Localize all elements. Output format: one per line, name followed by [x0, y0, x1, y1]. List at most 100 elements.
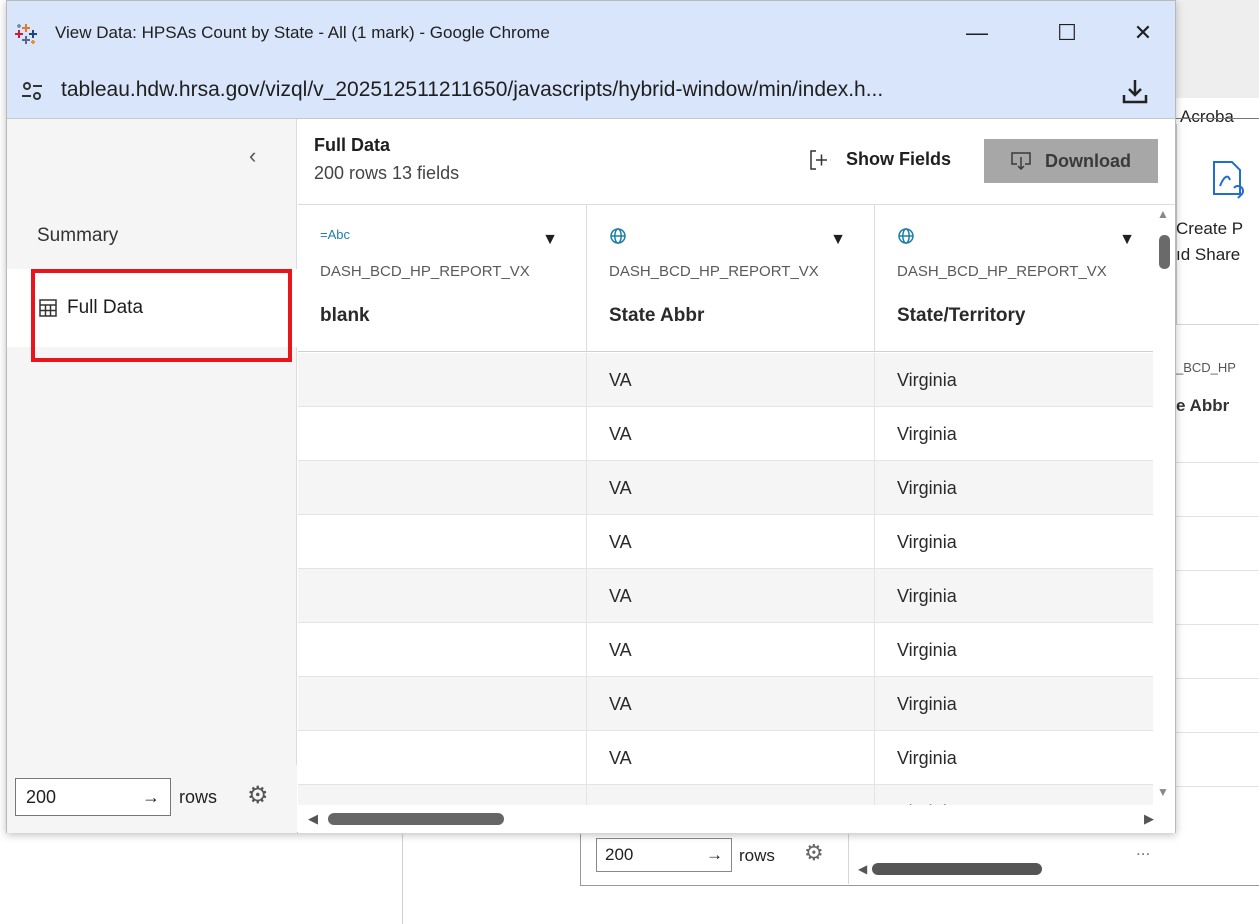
table-cell[interactable]: VA: [587, 407, 875, 461]
globe-icon: [897, 227, 915, 248]
table-cell[interactable]: Virginia: [875, 515, 1153, 569]
highlight-box: [31, 269, 292, 362]
table-row[interactable]: VAVirginia: [298, 461, 1153, 515]
background-create-pdf-label[interactable]: Create P: [1176, 219, 1243, 239]
scroll-down-icon[interactable]: ▼: [1157, 785, 1169, 799]
table-cell[interactable]: Virginia: [875, 731, 1153, 785]
table-cell[interactable]: Virginia: [875, 461, 1153, 515]
scroll-left-icon[interactable]: ◀: [308, 811, 318, 827]
table-cell[interactable]: [298, 407, 587, 461]
column-name: blank: [320, 305, 370, 326]
column-header-blank[interactable]: =Abc ▼ DASH_BCD_HP_REPORT_VX blank: [298, 205, 587, 352]
page-title: Full Data: [314, 135, 391, 155]
download-button[interactable]: Download: [984, 139, 1158, 183]
scroll-right-icon[interactable]: ▶: [1144, 811, 1154, 827]
background-left-area: [0, 834, 402, 924]
table-cell[interactable]: [298, 623, 587, 677]
table-cell[interactable]: [298, 569, 587, 623]
table-cell[interactable]: [298, 677, 587, 731]
table-cell[interactable]: [298, 731, 587, 785]
arrow-right-icon: →: [142, 786, 160, 807]
background-rows-label: rows: [739, 846, 775, 865]
main-header: Full Data 200 rows 13 fields Show Fields…: [298, 119, 1175, 205]
background-rows-input[interactable]: 200 →: [596, 838, 732, 872]
arrow-right-icon: →: [706, 845, 723, 864]
table-row[interactable]: VAVirginia: [298, 353, 1153, 407]
table-cell[interactable]: [298, 515, 587, 569]
table-cell[interactable]: VA: [587, 461, 875, 515]
table-cell[interactable]: VA: [587, 569, 875, 623]
table-cell[interactable]: Virginia: [875, 407, 1153, 461]
maximize-button[interactable]: ☐: [1047, 13, 1087, 53]
collapse-sidebar-button[interactable]: ‹: [249, 143, 256, 169]
chevron-down-icon[interactable]: ▼: [542, 231, 558, 249]
rows-count-value: 200: [26, 786, 57, 807]
download-icon[interactable]: [1121, 77, 1149, 105]
table-row[interactable]: VAVirginia: [298, 785, 1153, 805]
table-cell[interactable]: Virginia: [875, 677, 1153, 731]
table-cell[interactable]: Virginia: [875, 569, 1153, 623]
table-row[interactable]: VAVirginia: [298, 731, 1153, 785]
rows-count-input[interactable]: 200 →: [15, 778, 171, 816]
rows-control: 200 → rows ⚙: [7, 765, 297, 833]
column-source: DASH_BCD_HP_REPORT_VX: [609, 263, 819, 280]
text-type-icon: =Abc: [320, 227, 350, 242]
background-row-line: [1176, 786, 1259, 787]
table-cell[interactable]: VA: [587, 515, 875, 569]
scrollbar-thumb[interactable]: [1159, 235, 1170, 269]
table-cell[interactable]: [298, 353, 587, 407]
sidebar-item-summary[interactable]: Summary: [37, 225, 118, 247]
column-name: State Abbr: [609, 305, 705, 326]
table-cell[interactable]: Virginia: [875, 623, 1153, 677]
scrollbar-thumb[interactable]: [328, 813, 504, 825]
url-text[interactable]: tableau.hdw.hrsa.gov/vizql/v_20251251121…: [61, 78, 883, 102]
globe-icon: [609, 227, 627, 248]
background-row-line: [1176, 624, 1259, 625]
table-cell[interactable]: VA: [587, 623, 875, 677]
table-cell[interactable]: Virginia: [875, 353, 1153, 407]
chevron-down-icon[interactable]: ▼: [830, 231, 846, 249]
rows-label: rows: [179, 787, 218, 807]
download-icon: [1011, 152, 1031, 170]
table-cell[interactable]: VA: [587, 731, 875, 785]
table-cell[interactable]: VA: [587, 785, 875, 805]
vertical-scrollbar[interactable]: ▲ ▼: [1153, 205, 1175, 805]
table-row[interactable]: VAVirginia: [298, 677, 1153, 731]
background-create-pdf-label-2[interactable]: ıd Share: [1176, 245, 1240, 265]
column-header-state-abbr[interactable]: ▼ DASH_BCD_HP_REPORT_VX State Abbr: [587, 205, 875, 352]
column-source: DASH_BCD_HP_REPORT_VX: [320, 263, 530, 280]
sidebar: ‹ Summary Full Data 200 → rows ⚙: [7, 119, 297, 833]
table-cell[interactable]: [298, 785, 587, 805]
column-header-state-territory[interactable]: ▼ DASH_BCD_HP_REPORT_VX State/Territory: [875, 205, 1153, 352]
background-row-line: [1176, 570, 1259, 571]
view-data-window: View Data: HPSAs Count by State - All (1…: [6, 0, 1176, 833]
table-cell[interactable]: VA: [587, 353, 875, 407]
main-panel: Full Data 200 rows 13 fields Show Fields…: [298, 119, 1175, 833]
title-bar: View Data: HPSAs Count by State - All (1…: [7, 1, 1175, 63]
gear-icon[interactable]: ⚙: [247, 781, 269, 810]
pdf-link-icon[interactable]: [1210, 160, 1248, 200]
minimize-button[interactable]: —: [957, 13, 997, 53]
table-row[interactable]: VAVirginia: [298, 569, 1153, 623]
background-scrollbar-thumb[interactable]: [872, 863, 1042, 875]
table-cell[interactable]: Virginia: [875, 785, 1153, 805]
show-fields-button[interactable]: Show Fields: [810, 149, 951, 170]
table-cell[interactable]: [298, 461, 587, 515]
close-button[interactable]: ✕: [1123, 13, 1163, 53]
horizontal-scrollbar[interactable]: ◀ ▶: [298, 805, 1175, 833]
scroll-left-icon[interactable]: ◀: [858, 862, 867, 876]
background-rows: [1176, 438, 1259, 838]
background-divider: [1176, 118, 1259, 119]
row-field-count: 200 rows 13 fields: [314, 163, 460, 183]
table-cell[interactable]: VA: [587, 677, 875, 731]
add-fields-icon: [810, 149, 827, 170]
background-row-line: [1176, 678, 1259, 679]
gear-icon[interactable]: ⚙: [804, 840, 824, 866]
scroll-up-icon[interactable]: ▲: [1157, 207, 1169, 221]
chevron-down-icon[interactable]: ▼: [1119, 231, 1135, 249]
more-icon[interactable]: ...: [1136, 840, 1150, 860]
table-row[interactable]: VAVirginia: [298, 515, 1153, 569]
table-row[interactable]: VAVirginia: [298, 407, 1153, 461]
site-settings-icon[interactable]: [19, 78, 45, 104]
table-row[interactable]: VAVirginia: [298, 623, 1153, 677]
